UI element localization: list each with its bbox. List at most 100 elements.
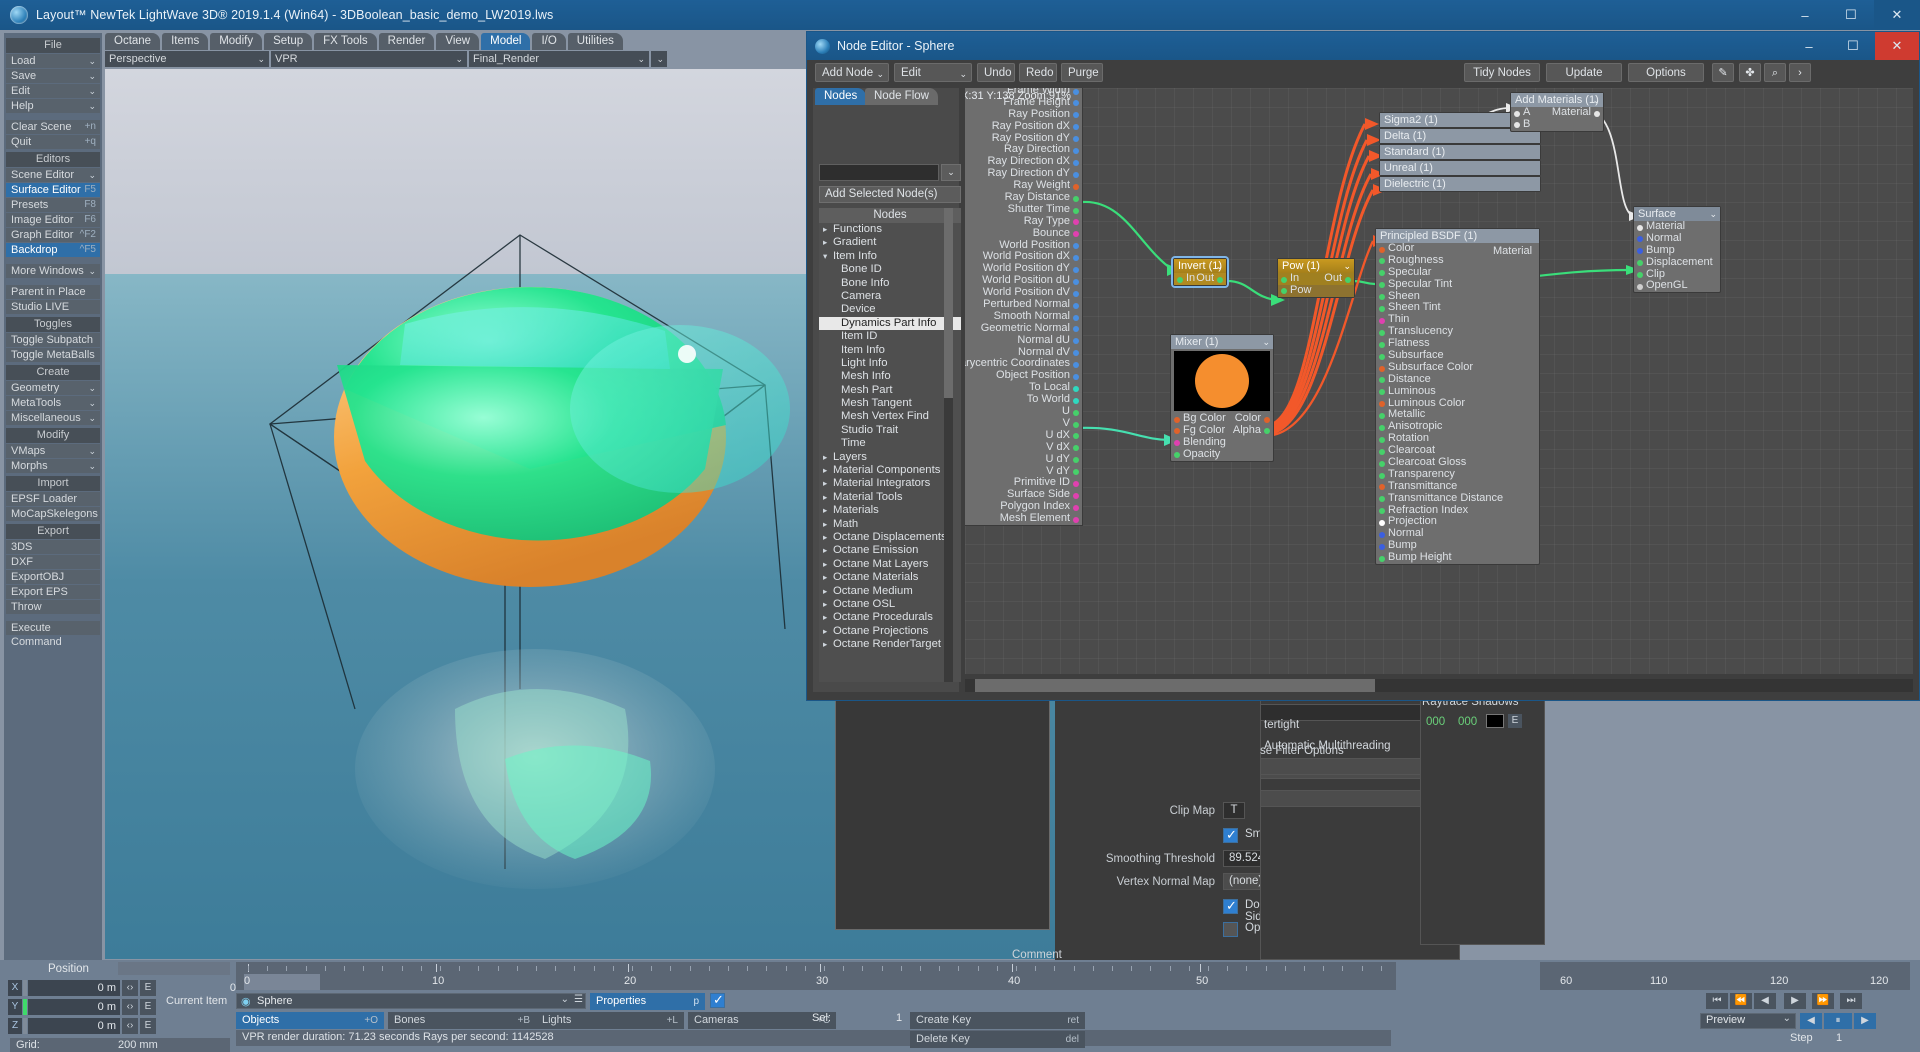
disclosure-triangle-icon[interactable]: ▸: [823, 571, 833, 584]
chevron-down-icon[interactable]: ⌄: [1262, 335, 1270, 349]
node-search-dropdown-icon[interactable]: ⌄: [941, 164, 961, 181]
bsdf-port[interactable]: Bump Height: [1376, 551, 1539, 564]
viewport-extra-dropdown[interactable]: ⌄: [651, 51, 667, 67]
port-dot[interactable]: [1379, 448, 1385, 455]
port-dot[interactable]: [1073, 302, 1079, 309]
chevron-down-icon[interactable]: ⌄: [88, 69, 96, 83]
port-dot[interactable]: [1379, 413, 1385, 420]
port-dot[interactable]: [1073, 338, 1079, 345]
port-dot[interactable]: [1073, 195, 1079, 202]
port-dot[interactable]: [1073, 255, 1079, 262]
close-button[interactable]: ✕: [1874, 0, 1920, 30]
sidebar-item-backdrop[interactable]: Backdrop ^F5: [6, 243, 100, 257]
chevron-down-icon[interactable]: ⌄: [88, 396, 96, 410]
timeline-playhead[interactable]: [244, 974, 320, 990]
add-materials-header[interactable]: Add Materials (1) ⌄: [1511, 93, 1603, 107]
invert-in-port[interactable]: In Out: [1174, 272, 1226, 285]
chevron-down-icon[interactable]: ⌄: [88, 459, 96, 473]
disclosure-triangle-icon[interactable]: ▸: [823, 558, 833, 571]
node-tree-item[interactable]: Camera: [819, 290, 961, 303]
properties-enabled-checkbox[interactable]: [710, 992, 725, 1008]
node-tree-item[interactable]: Mesh Info: [819, 370, 961, 383]
node-tree-item[interactable]: ▸ Gradient: [819, 236, 961, 249]
chevron-down-icon[interactable]: ⌄: [1709, 207, 1717, 221]
port-dot[interactable]: [1637, 224, 1643, 231]
port-dot[interactable]: [1637, 248, 1643, 255]
node-tree-item[interactable]: ▸ Octane Mat Layers: [819, 558, 961, 571]
port-dot[interactable]: [1379, 401, 1385, 408]
chevron-down-icon[interactable]: ⌄: [1215, 259, 1223, 273]
port-dot[interactable]: [1073, 385, 1079, 392]
spline-outputs-node[interactable]: Frame Width Frame Height Ray Position Ray P…: [965, 88, 1083, 526]
node-editor-minimize-button[interactable]: –: [1787, 32, 1831, 60]
port-dot[interactable]: [1637, 272, 1643, 279]
axis-button-x[interactable]: X: [8, 980, 22, 996]
sidebar-item-throw[interactable]: Throw: [6, 600, 100, 614]
axis-stepper-y[interactable]: ‹›: [122, 999, 138, 1015]
properties-button[interactable]: Properties p: [590, 993, 705, 1010]
smoothing-checkbox[interactable]: [1223, 827, 1238, 843]
sidebar-item-more-windows[interactable]: More Windows ⌄: [6, 264, 100, 278]
redo-button[interactable]: Redo: [1019, 63, 1057, 82]
port-dot[interactable]: [1379, 496, 1385, 503]
list-icon[interactable]: ☰: [574, 994, 583, 1005]
port-dot[interactable]: [1073, 290, 1079, 297]
mixer-node-header[interactable]: Mixer (1) ⌄: [1171, 335, 1273, 349]
node-tree-item[interactable]: Studio Trait: [819, 424, 961, 437]
menu-tab-items[interactable]: Items: [162, 33, 209, 50]
tab-node-flow[interactable]: Node Flow: [865, 88, 938, 105]
node-tree-item[interactable]: Bone ID: [819, 263, 961, 276]
port-dot[interactable]: [1073, 397, 1079, 404]
disclosure-triangle-icon[interactable]: ▾: [823, 250, 833, 263]
port-dot[interactable]: [1073, 100, 1079, 107]
node-tree-item[interactable]: ▸ Material Components: [819, 464, 961, 477]
update-button[interactable]: Update: [1546, 63, 1622, 82]
port-dot[interactable]: [1264, 428, 1270, 435]
maximize-button[interactable]: ☐: [1828, 0, 1874, 30]
node-tree-item[interactable]: ▸ Octane Emission: [819, 544, 961, 557]
invert-node[interactable]: Invert (1) ⌄ In Out: [1173, 258, 1227, 286]
transport-button-4[interactable]: ⏩: [1812, 993, 1834, 1009]
sidebar-item-graph-editor[interactable]: Graph Editor ^F2: [6, 228, 100, 242]
transport-button-1[interactable]: ⏪: [1730, 993, 1752, 1009]
disclosure-triangle-icon[interactable]: ▸: [823, 625, 833, 638]
axis-value-z[interactable]: 0 m: [28, 1018, 120, 1034]
axis-button-z[interactable]: Z: [8, 1018, 22, 1034]
disclosure-triangle-icon[interactable]: ▸: [823, 504, 833, 517]
double-sided-checkbox[interactable]: [1223, 898, 1238, 914]
sidebar-item-miscellaneous[interactable]: Miscellaneous ⌄: [6, 411, 100, 425]
view-mode-dropdown[interactable]: Perspective ⌄: [105, 51, 269, 67]
axis-button-y[interactable]: Y: [8, 999, 22, 1015]
port-dot[interactable]: [1073, 88, 1079, 95]
menu-tab-model[interactable]: Model: [481, 33, 531, 50]
disclosure-triangle-icon[interactable]: ▸: [823, 477, 833, 490]
node-editor-close-button[interactable]: ✕: [1875, 32, 1919, 60]
port-dot[interactable]: [1073, 421, 1079, 428]
chevron-down-icon[interactable]: ⌄: [88, 444, 96, 458]
edit-dropdown[interactable]: Edit ⌄: [894, 63, 972, 82]
node-tree-item[interactable]: ▸ Octane Materials: [819, 571, 961, 584]
sidebar-item-morphs[interactable]: Morphs ⌄: [6, 459, 100, 473]
port-dot[interactable]: [1073, 219, 1079, 226]
node-tree-item[interactable]: Item Info: [819, 344, 961, 357]
object-tab-objects[interactable]: Objects +O: [236, 1012, 384, 1029]
color-swatch-black[interactable]: [1486, 714, 1504, 728]
disclosure-triangle-icon[interactable]: ▸: [823, 638, 833, 651]
pow-node[interactable]: Pow (1) ⌄ In Out Pow: [1277, 258, 1355, 298]
menu-tab-modify[interactable]: Modify: [210, 33, 263, 50]
port-dot[interactable]: [1637, 236, 1643, 243]
disclosure-triangle-icon[interactable]: ▸: [823, 236, 833, 249]
node-tree-scrollbar-track[interactable]: [944, 208, 953, 682]
port-dot[interactable]: [1379, 555, 1385, 562]
transport-button-0[interactable]: ⏮: [1706, 993, 1728, 1009]
node-tree-item[interactable]: Mesh Tangent: [819, 397, 961, 410]
sidebar-item-image-editor[interactable]: Image Editor F6: [6, 213, 100, 227]
disclosure-triangle-icon[interactable]: ▸: [823, 544, 833, 557]
node-tree-item[interactable]: ▸ Octane Projections: [819, 625, 961, 638]
mixer-input-port[interactable]: Opacity: [1171, 448, 1273, 461]
expand-icon[interactable]: ›: [1789, 63, 1811, 82]
port-dot[interactable]: [1379, 460, 1385, 467]
menu-tab-fx-tools[interactable]: FX Tools: [314, 33, 377, 50]
node-header[interactable]: Unreal (1): [1380, 161, 1540, 175]
preview-dropdown[interactable]: Preview ⌄: [1700, 1013, 1796, 1029]
